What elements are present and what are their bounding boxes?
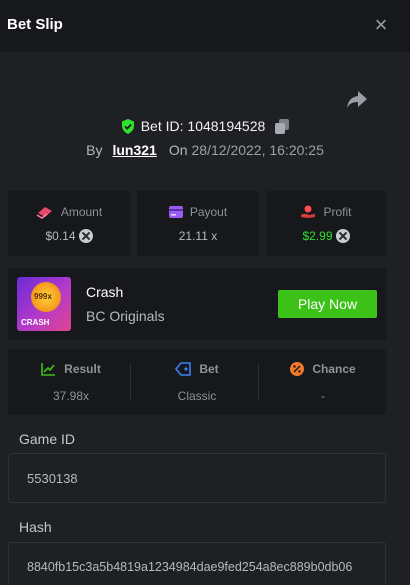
share-icon[interactable] [345, 88, 369, 110]
game-id-label: Game ID [19, 431, 76, 447]
by-label: By [86, 142, 103, 158]
amount-icon [36, 207, 52, 219]
game-card: 999x CRASH Crash BC Originals Play Now [8, 268, 386, 340]
percent-icon [290, 362, 305, 376]
stat-payout-label-row: Payout [137, 205, 259, 219]
coin-icon [335, 229, 350, 243]
info-result-label: Result [64, 362, 101, 376]
result-chart-icon [41, 363, 56, 376]
hash-label: Hash [19, 519, 52, 535]
on-label: On [168, 142, 188, 158]
divider [130, 363, 131, 401]
info-result: Result 37.98x [8, 349, 134, 415]
close-icon[interactable]: × [370, 13, 392, 37]
play-now-button[interactable]: Play Now [278, 290, 377, 318]
game-thumbnail[interactable]: 999x CRASH [17, 277, 71, 331]
info-bet-value: Classic [177, 389, 217, 403]
stat-profit-label-row: Profit [266, 205, 386, 219]
stat-amount-value: $0.14 [45, 229, 76, 243]
info-bet-label: Bet [199, 362, 219, 376]
bet-info-row: Result 37.98x Bet Classic Chance - [8, 349, 386, 415]
hash-value: 8840fb15c3a5b4819a1234984dae9fed254a8ec8… [27, 560, 353, 574]
page-title: Bet Slip [7, 16, 63, 33]
divider [258, 363, 259, 401]
hash-field[interactable]: 8840fb15c3a5b4819a1234984dae9fed254a8ec8… [8, 542, 386, 585]
copy-icon[interactable] [275, 118, 290, 134]
shield-check-icon [121, 118, 134, 134]
stat-amount: Amount $0.14 [8, 191, 130, 256]
game-name: Crash [86, 284, 124, 300]
username-link[interactable]: lun321 [112, 142, 156, 158]
coin-icon [78, 229, 93, 243]
stat-profit-value: $2.99 [302, 229, 333, 243]
stat-payout-value: 21.11 x [178, 229, 218, 243]
info-chance-value: - [321, 389, 325, 403]
bet-date: 28/12/2022, 16:20:25 [191, 142, 324, 158]
info-bet: Bet Classic [134, 349, 260, 415]
thumbnail-title: CRASH [21, 318, 50, 327]
profit-icon [301, 205, 316, 218]
bet-meta-row: By lun321 On 28/12/2022, 16:20:25 [0, 140, 410, 160]
stat-profit: Profit $2.99 [266, 191, 386, 256]
stat-amount-value-row: $0.14 [8, 229, 130, 243]
info-chance-label: Chance [312, 362, 356, 376]
game-id-value: 5530138 [27, 471, 78, 486]
stat-payout-label: Payout [189, 205, 228, 219]
bet-id-row: Bet ID: 1048194528 [0, 116, 410, 136]
tag-icon [175, 362, 192, 376]
thumbnail-multiplier: 999x [34, 292, 52, 301]
bet-slip-header: Bet Slip × [0, 0, 410, 52]
info-chance: Chance - [260, 349, 386, 415]
bet-id-text: Bet ID: 1048194528 [140, 118, 266, 134]
stat-payout: Payout 21.11 x [137, 191, 259, 256]
info-result-value: 37.98x [52, 389, 90, 403]
info-bet-label-row: Bet [134, 362, 260, 376]
stat-profit-label: Profit [323, 205, 352, 219]
stat-profit-value-row: $2.99 [266, 229, 386, 243]
stat-amount-label: Amount [60, 205, 103, 219]
info-result-label-row: Result [8, 362, 134, 376]
stat-amount-label-row: Amount [8, 205, 130, 219]
payout-icon [168, 206, 183, 218]
info-chance-label-row: Chance [260, 362, 386, 376]
game-provider: BC Originals [86, 308, 165, 324]
stat-payout-value-row: 21.11 x [137, 229, 259, 243]
game-id-field[interactable]: 5530138 [8, 453, 386, 503]
